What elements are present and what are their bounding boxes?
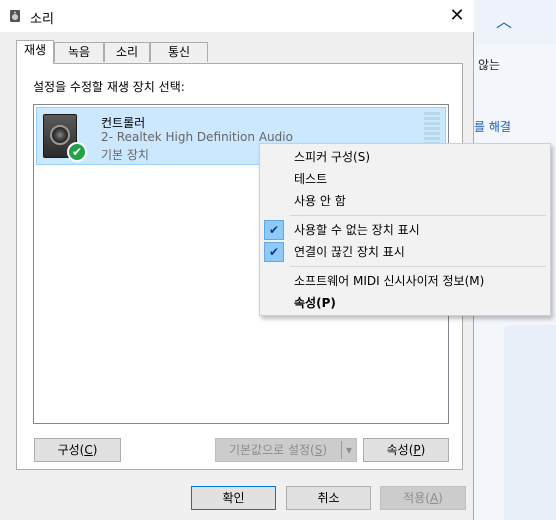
default-check-icon: ✔: [67, 142, 87, 162]
device-description: 2- Realtek High Definition Audio: [101, 130, 293, 144]
checkmark-icon: ✔: [264, 220, 284, 240]
tab-playback[interactable]: 재생: [16, 40, 54, 64]
menu-item-midi-info[interactable]: 소프트웨어 MIDI 신시사이저 정보(M): [262, 270, 548, 292]
menu-item-label: 연결이 끊긴 장치 표시: [294, 245, 405, 259]
tab-recording[interactable]: 녹음: [54, 42, 104, 62]
menu-item-configure-speakers[interactable]: 스피커 구성(S): [262, 146, 548, 168]
dropdown-arrow-icon: ▾: [345, 443, 353, 457]
menu-item-test[interactable]: 테스트: [262, 168, 548, 190]
menu-item-show-disconnected[interactable]: ✔ 연결이 끊긴 장치 표시: [262, 241, 548, 263]
device-status: 기본 장치: [101, 148, 149, 162]
apply-button: 적용(A): [380, 486, 466, 510]
menu-item-show-disabled[interactable]: ✔ 사용할 수 없는 장치 표시: [262, 219, 548, 241]
menu-item-properties[interactable]: 속성(P): [262, 292, 548, 314]
menu-item-label: 사용할 수 없는 장치 표시: [294, 223, 420, 237]
select-device-label: 설정을 수정할 재생 장치 선택:: [33, 80, 185, 94]
configure-button[interactable]: 구성(C): [34, 438, 121, 462]
tab-sounds[interactable]: 소리: [104, 42, 150, 62]
tab-communications[interactable]: 통신: [150, 42, 208, 62]
background-card: [504, 325, 556, 520]
checkmark-icon: ✔: [264, 242, 284, 262]
title-bar[interactable]: 소리 ✕: [0, 0, 474, 32]
device-name: 컨트롤러: [101, 116, 146, 130]
close-button[interactable]: ✕: [444, 4, 470, 28]
background-header: ︿: [474, 0, 556, 44]
ok-button[interactable]: 확인: [191, 486, 276, 510]
chevron-up-icon[interactable]: ︿: [496, 8, 512, 32]
properties-button[interactable]: 속성(P): [363, 438, 449, 462]
menu-item-disable[interactable]: 사용 안 함: [262, 190, 548, 212]
menu-separator: [290, 266, 546, 267]
window-title: 소리: [30, 12, 54, 27]
speaker-icon: [10, 10, 20, 22]
set-default-button: 기본값으로 설정(S) ▾: [215, 438, 357, 462]
background-link[interactable]: 를 해결: [474, 118, 511, 135]
background-text: 않는: [478, 58, 501, 72]
cancel-button[interactable]: 취소: [286, 486, 371, 510]
context-menu: 스피커 구성(S) 테스트 사용 안 함 ✔ 사용할 수 없는 장치 표시 ✔ …: [259, 143, 551, 316]
menu-separator: [290, 215, 546, 216]
